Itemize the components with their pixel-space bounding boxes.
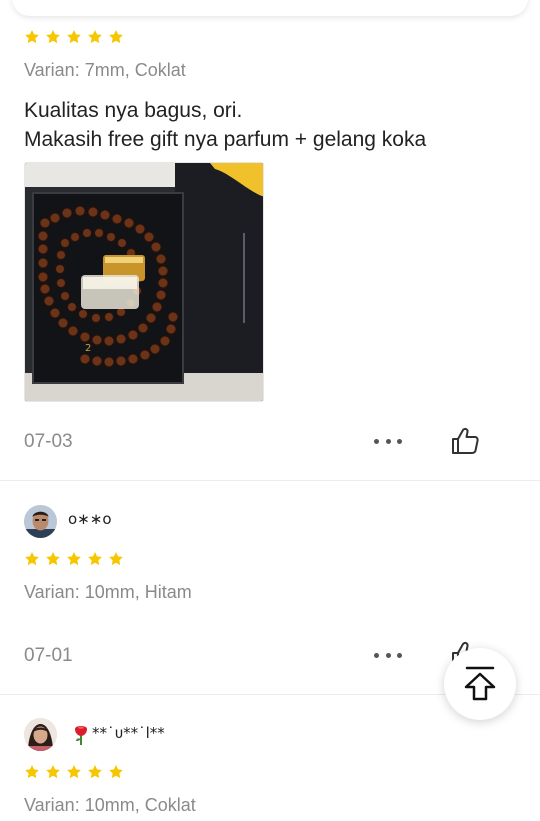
top-card — [12, 0, 528, 16]
review-variant: Varian: 7mm, Coklat — [24, 60, 186, 80]
thumbs-up-icon[interactable] — [450, 426, 480, 456]
avatar[interactable] — [24, 718, 57, 751]
star-icon — [109, 765, 123, 779]
review-photo[interactable]: 2 — [24, 162, 264, 402]
review-divider — [0, 480, 540, 481]
review-list-page: Varian: 7mm, Coklat Kualitas nya bagus, … — [0, 0, 540, 821]
review-variant: Varian: 10mm, Hitam — [24, 582, 192, 602]
avatar[interactable] — [24, 505, 57, 538]
rating-stars — [24, 551, 124, 567]
review-date: 07-03 — [24, 431, 73, 452]
star-icon — [46, 765, 60, 779]
review-text-line: Makasih free gift nya parfum + gelang ko… — [24, 128, 427, 151]
star-icon — [25, 30, 39, 44]
rating-stars — [24, 29, 124, 45]
review-text: Kualitas nya bagus, ori. Makasih free gi… — [24, 96, 426, 154]
username: o∗∗o — [68, 510, 112, 528]
review-text-line: Kualitas nya bagus, ori. — [24, 99, 243, 122]
star-icon — [46, 30, 60, 44]
review-variant: Varian: 10mm, Coklat — [24, 795, 196, 815]
more-icon[interactable] — [374, 436, 402, 446]
star-icon — [88, 552, 102, 566]
review-photo-image: 2 — [25, 163, 263, 401]
star-icon — [25, 552, 39, 566]
star-icon — [46, 552, 60, 566]
star-icon — [67, 552, 81, 566]
avatar-image — [24, 505, 57, 538]
username: **˙ᴜ**˙l** — [92, 724, 165, 742]
review-date: 07-01 — [24, 645, 73, 666]
star-icon — [67, 765, 81, 779]
star-icon — [109, 30, 123, 44]
svg-text:2: 2 — [85, 343, 91, 354]
star-icon — [25, 765, 39, 779]
star-icon — [67, 30, 81, 44]
rose-icon — [75, 726, 87, 745]
star-icon — [88, 30, 102, 44]
star-icon — [109, 552, 123, 566]
scroll-to-top-button[interactable] — [444, 648, 516, 720]
star-icon — [88, 765, 102, 779]
avatar-image — [24, 718, 57, 751]
rating-stars — [24, 764, 124, 780]
more-icon[interactable] — [374, 650, 402, 660]
scroll-to-top-icon — [464, 666, 496, 701]
